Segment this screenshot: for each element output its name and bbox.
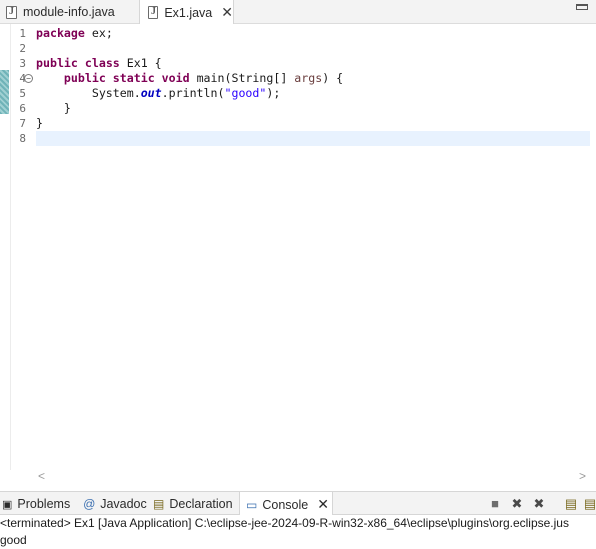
tab-ex1[interactable]: Ex1.java ✕ bbox=[139, 0, 234, 25]
current-line-highlight bbox=[36, 131, 590, 146]
line-number: 3 bbox=[19, 57, 26, 70]
token: ); bbox=[266, 86, 281, 100]
terminate-icon[interactable]: ■ bbox=[487, 496, 503, 512]
editor-tab-bar: module-info.java Ex1.java ✕ bbox=[0, 0, 596, 25]
token-kw: class bbox=[84, 56, 120, 70]
code-line[interactable]: 6 } bbox=[0, 101, 596, 116]
token-kw: static bbox=[112, 71, 155, 85]
line-number: 6 bbox=[19, 102, 26, 115]
remove-all-launches-icon[interactable]: ✖ bbox=[531, 496, 547, 512]
tab-console[interactable]: ▭ Console ✕ bbox=[239, 492, 333, 517]
line-number: 8 bbox=[19, 132, 26, 145]
tab-label: Ex1.java bbox=[164, 5, 213, 20]
line-number: 1 bbox=[19, 27, 26, 40]
code-line[interactable]: 1 package ex; bbox=[0, 26, 596, 41]
clear-console-icon[interactable]: ▤ bbox=[582, 496, 596, 512]
tab-label: Javadoc bbox=[100, 497, 147, 511]
code-line[interactable]: 2 bbox=[0, 41, 596, 56]
tab-label: Problems bbox=[17, 497, 71, 511]
line-number: 5 bbox=[19, 87, 26, 100]
token-kw: public bbox=[63, 71, 106, 85]
token: ) { bbox=[322, 71, 344, 85]
java-file-icon bbox=[6, 5, 17, 19]
tab-label: module-info.java bbox=[23, 5, 115, 19]
declaration-icon: ▤ bbox=[153, 497, 165, 511]
code-text: public static void main(String[] args) { bbox=[36, 71, 343, 86]
token: } bbox=[36, 101, 71, 115]
line-number: 7 bbox=[19, 117, 26, 130]
remove-launch-icon[interactable]: ✖ bbox=[509, 496, 525, 512]
code-text: public class Ex1 { bbox=[36, 56, 162, 71]
tab-javadoc[interactable]: @ Javadoc bbox=[83, 492, 147, 516]
code-text: System.out.println("good"); bbox=[36, 86, 281, 101]
horizontal-scrollbar[interactable]: < > bbox=[36, 468, 590, 484]
code-text: package ex; bbox=[36, 26, 113, 41]
tab-module-info[interactable]: module-info.java bbox=[0, 0, 135, 24]
minimize-icon[interactable] bbox=[576, 4, 588, 10]
close-icon[interactable]: ✕ bbox=[221, 4, 233, 21]
scroll-right-icon[interactable]: > bbox=[579, 469, 586, 483]
tab-problems[interactable]: ▣ Problems bbox=[2, 492, 70, 516]
token-kw: void bbox=[161, 71, 190, 85]
code-line[interactable]: 3 public class Ex1 { bbox=[0, 56, 596, 71]
tab-label: Console bbox=[262, 497, 309, 512]
token: } bbox=[36, 116, 43, 130]
token: Ex1 { bbox=[119, 56, 162, 70]
code-line[interactable]: 7} bbox=[0, 116, 596, 131]
tab-declaration[interactable]: ▤ Declaration bbox=[153, 492, 233, 516]
code-line[interactable]: 4− public static void main(String[] args… bbox=[0, 71, 596, 86]
token-param: args bbox=[294, 71, 323, 85]
token-field: out bbox=[140, 86, 162, 100]
token-kw: public bbox=[36, 56, 78, 70]
close-icon[interactable]: ✕ bbox=[317, 496, 329, 513]
token: main(String[] bbox=[189, 71, 295, 85]
code-line[interactable]: 5 System.out.println("good"); bbox=[0, 86, 596, 101]
token-str: "good" bbox=[224, 86, 267, 100]
code-line[interactable]: 8 bbox=[0, 131, 596, 146]
tab-label: Declaration bbox=[169, 497, 233, 511]
line-number: 2 bbox=[19, 42, 26, 55]
problems-icon: ▣ bbox=[2, 498, 13, 511]
token: .println( bbox=[161, 86, 225, 100]
scroll-lock-icon[interactable]: ▤ bbox=[563, 496, 579, 512]
console-icon: ▭ bbox=[246, 497, 258, 512]
token: ex; bbox=[84, 26, 113, 40]
java-file-icon bbox=[148, 6, 159, 19]
code-editor[interactable]: 1 package ex; 2 3 public class Ex1 {4− publi… bbox=[0, 24, 596, 470]
code-text: } bbox=[36, 101, 71, 116]
console-output[interactable]: <terminated> Ex1 [Java Application] C:\e… bbox=[0, 515, 596, 549]
console-status-line: <terminated> Ex1 [Java Application] C:\e… bbox=[0, 516, 569, 530]
fold-collapse-icon[interactable]: − bbox=[24, 74, 33, 83]
console-output-text: good bbox=[0, 533, 27, 547]
token-kw: package bbox=[36, 26, 85, 40]
javadoc-icon: @ bbox=[83, 497, 96, 511]
code-text: } bbox=[36, 116, 43, 131]
scroll-left-icon[interactable]: < bbox=[38, 469, 45, 483]
bottom-panel-tabs: ▣ Problems @ Javadoc ▤ Declaration ▭ Con… bbox=[0, 491, 596, 517]
token: System. bbox=[36, 86, 141, 100]
